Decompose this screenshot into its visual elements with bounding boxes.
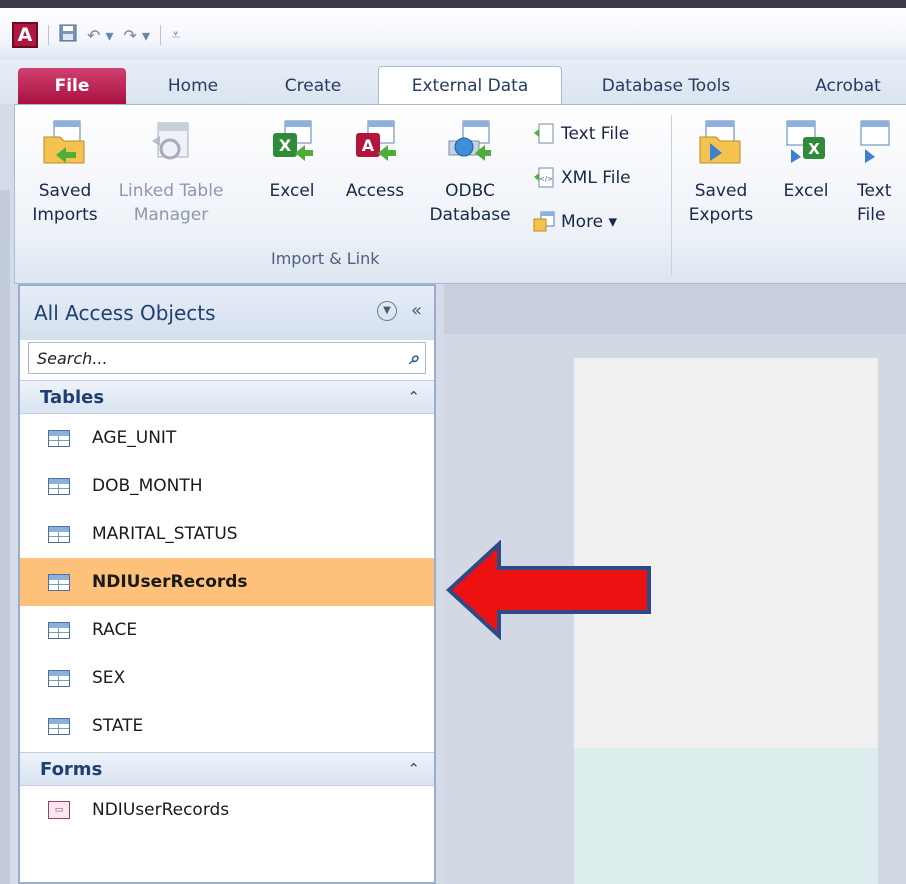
import-xml-file-button[interactable]: </> XML File [533,167,631,189]
save-icon[interactable] [59,24,77,46]
customize-icon[interactable]: ⩡ [171,25,180,45]
tab-file[interactable]: File [18,68,126,104]
nav-search-box[interactable]: ⌕ [28,342,426,374]
linked-table-manager-button[interactable]: Linked Table Manager [111,119,231,227]
more-icon [533,211,555,233]
undo-icon[interactable]: ↶ ▾ [87,26,114,45]
table-item-age-unit[interactable]: AGE_UNIT [20,414,434,462]
table-item-ndiuserrecords[interactable]: NDIUserRecords [20,558,434,606]
linked-table-manager-icon [148,119,194,165]
xml-file-label: XML File [561,168,631,188]
table-item-label: SEX [92,668,126,688]
tab-home[interactable]: Home [140,68,246,104]
saved-imports-icon [42,119,88,165]
form-icon: ▭ [48,801,70,819]
table-item-label: STATE [92,716,144,736]
table-item-label: MARITAL_STATUS [92,524,238,544]
table-item-dob-month[interactable]: DOB_MONTH [20,462,434,510]
forms-section-header[interactable]: Forms ⌃ [20,752,434,786]
table-item-race[interactable]: RACE [20,606,434,654]
table-icon [48,573,70,591]
saved-exports-icon [698,119,744,165]
table-icon [48,525,70,543]
table-item-label: DOB_MONTH [92,476,203,496]
svg-text:X: X [808,140,820,158]
export-excel-button[interactable]: X Excel [773,119,839,203]
nav-pane-title: All Access Objects [34,301,216,325]
tab-create[interactable]: Create [260,68,366,104]
collapse-chevron-icon[interactable]: ⌃ [407,388,420,406]
import-more-button[interactable]: More ▾ [533,211,617,233]
import-access-button[interactable]: A Access [337,119,413,203]
export-text-file-label: Text File [857,181,892,225]
tab-database-tools[interactable]: Database Tools [576,68,756,104]
svg-text:A: A [362,136,375,155]
tab-external-data[interactable]: External Data [378,66,562,104]
odbc-icon [447,119,493,165]
export-text-file-button[interactable]: Text File [857,119,906,227]
linked-table-manager-label: Linked Table Manager [118,181,224,225]
redo-icon[interactable]: ↷ ▾ [124,26,151,45]
title-bar: A ↶ ▾ ↷ ▾ ⩡ [0,0,906,60]
excel-label: Excel [269,181,315,201]
more-label: More ▾ [561,212,618,232]
ribbon-external-data: Saved Imports Linked Table Manager X Exc… [14,104,906,284]
xml-file-icon: </> [533,167,555,189]
access-app-icon[interactable]: A [12,22,38,48]
text-file-label: Text File [561,124,630,144]
navigation-pane: All Access Objects ▼ « ⌕ Tables ⌃ AGE_UN… [18,284,436,884]
window-left-edge [0,190,10,884]
table-icon [48,621,70,639]
nav-pane-header[interactable]: All Access Objects ▼ « [20,286,434,340]
import-excel-button[interactable]: X Excel [257,119,327,203]
nav-menu-dropdown-icon[interactable]: ▼ [376,300,397,321]
table-icon [48,429,70,447]
odbc-database-button[interactable]: ODBC Database [419,119,521,227]
group-separator [671,115,672,275]
table-icon [48,477,70,495]
svg-text:</>: </> [539,175,553,183]
table-item-label: RACE [92,620,138,640]
table-icon [48,717,70,735]
collapse-chevron-icon[interactable]: ⌃ [407,760,420,778]
odbc-label: ODBC Database [429,181,511,225]
saved-exports-label: Saved Exports [688,181,754,225]
quick-access-toolbar: A ↶ ▾ ↷ ▾ ⩡ [12,20,180,50]
red-pointer-arrow [446,540,651,640]
saved-exports-button[interactable]: Saved Exports [679,119,763,227]
saved-imports-button[interactable]: Saved Imports [25,119,105,227]
table-item-marital-status[interactable]: MARITAL_STATUS [20,510,434,558]
workspace-panel-bottom [574,748,878,884]
table-item-state[interactable]: STATE [20,702,434,750]
form-item-ndiuserrecords[interactable]: ▭ NDIUserRecords [20,786,434,834]
forms-section-label: Forms [40,758,103,780]
tables-section-header[interactable]: Tables ⌃ [20,380,434,414]
search-icon[interactable]: ⌕ [409,348,419,369]
svg-text:X: X [279,136,292,155]
qat-separator [160,25,162,45]
nav-search-input[interactable] [35,347,339,369]
excel-icon: X [269,119,315,165]
export-excel-label: Excel [783,181,829,201]
table-icon [48,669,70,687]
form-item-label: NDIUserRecords [92,800,230,820]
saved-imports-label: Saved Imports [32,181,98,225]
export-text-file-icon [857,119,903,165]
ribbon-tabs: File Home Create External Data Database … [0,60,906,104]
text-file-icon [533,123,555,145]
shutter-bar-collapse-icon[interactable]: « [411,300,422,321]
tables-section-label: Tables [40,386,105,408]
tab-acrobat[interactable]: Acrobat [790,68,906,104]
export-excel-icon: X [783,119,829,165]
access-label: Access [345,181,405,201]
table-item-label: AGE_UNIT [92,428,177,448]
table-item-sex[interactable]: SEX [20,654,434,702]
import-link-group-label: Import & Link [271,249,380,268]
workspace-top-strip [444,284,906,334]
import-text-file-button[interactable]: Text File [533,123,629,145]
access-icon: A [352,119,398,165]
qat-separator [48,25,49,45]
table-item-label: NDIUserRecords [92,572,248,592]
